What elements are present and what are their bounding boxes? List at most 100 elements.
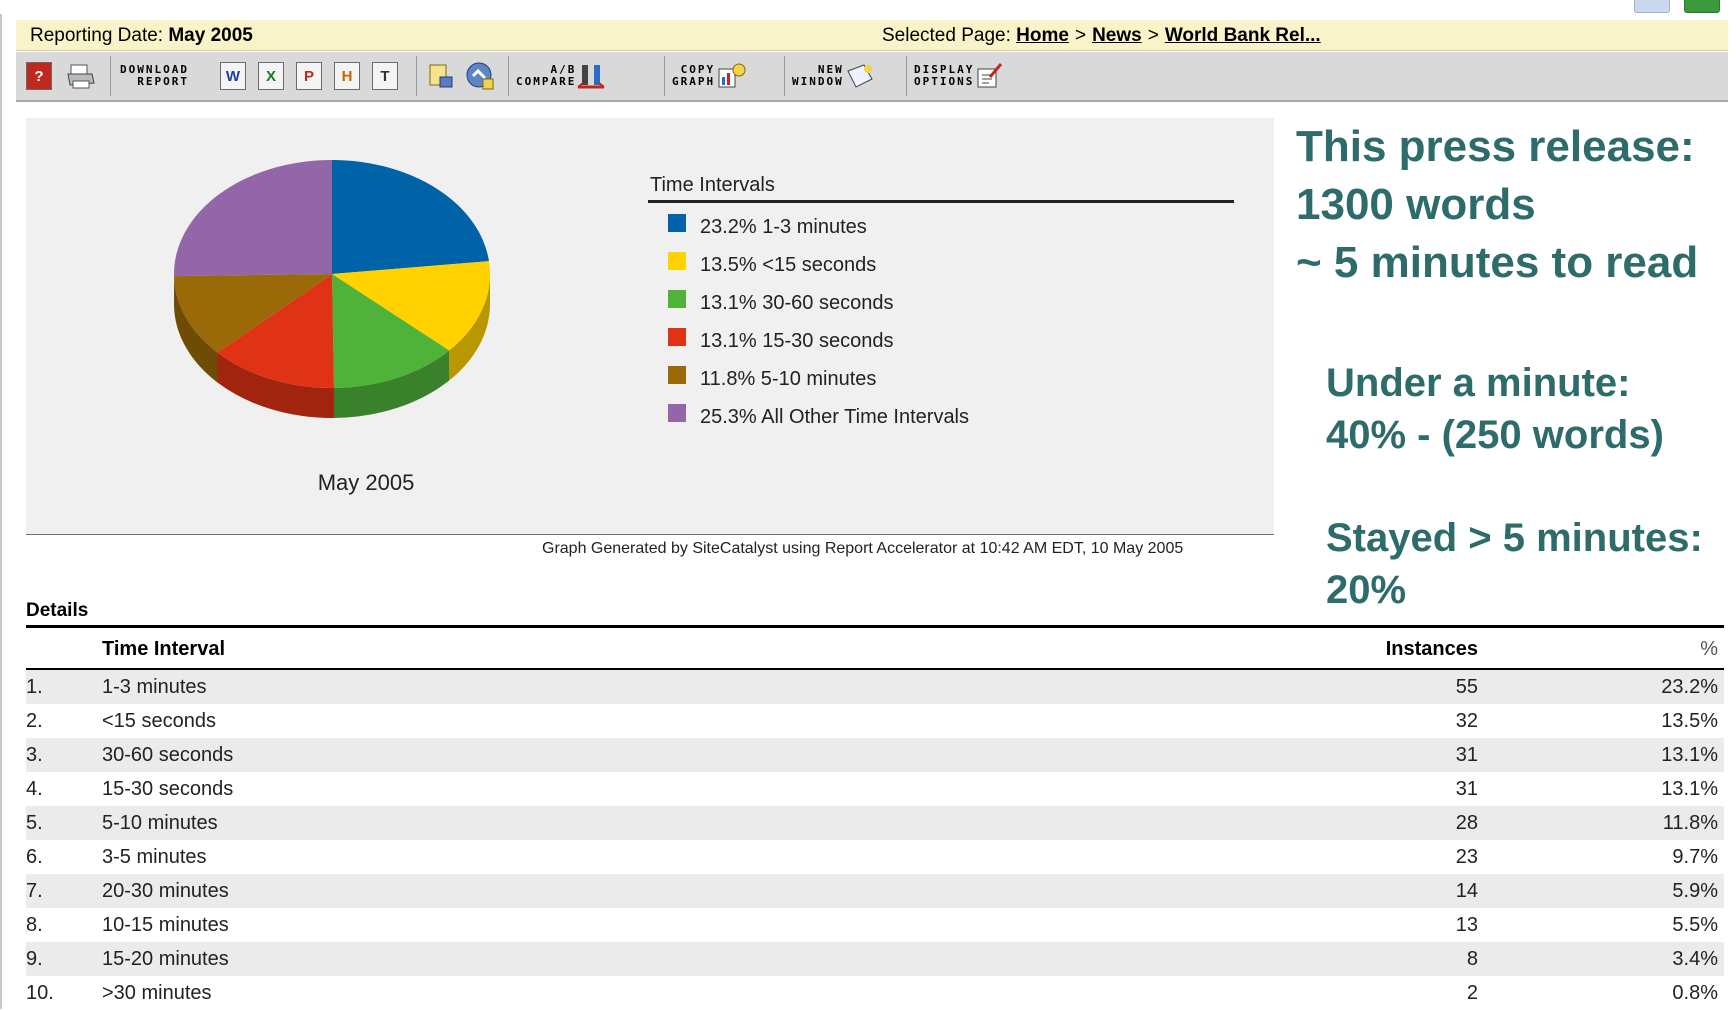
table-row[interactable]: 2.<15 seconds3213.5% <box>26 704 1724 738</box>
row-percent: 5.5% <box>1672 914 1718 937</box>
reporting-date-value: May 2005 <box>168 25 253 46</box>
annotation-line: Under a minute: <box>1326 357 1664 409</box>
copy-graph-button[interactable]: COPY GRAPH <box>672 60 747 92</box>
legend-item: 23.2% 1-3 minutes <box>668 216 867 238</box>
pie-slice <box>174 160 332 276</box>
table-row[interactable]: 10.>30 minutes20.8% <box>26 976 1724 1010</box>
table-row[interactable]: 7.20-30 minutes145.9% <box>26 874 1724 908</box>
breadcrumb-news[interactable]: News <box>1092 25 1142 46</box>
reporting-date: Reporting Date: May 2005 <box>30 25 253 47</box>
row-number: 1. <box>26 676 43 699</box>
legend-label: 25.3% All Other Time Intervals <box>700 406 969 429</box>
column-header-instances[interactable]: Instances <box>1386 638 1478 661</box>
download-html-button[interactable]: H <box>334 60 360 92</box>
legend-swatch <box>668 214 686 232</box>
new-window-label: NEW WINDOW <box>792 64 844 88</box>
info-bar: Reporting Date: May 2005 Selected Page: … <box>16 20 1728 51</box>
row-number: 5. <box>26 812 43 835</box>
window-button[interactable] <box>1634 0 1670 13</box>
annotation-line: ~ 5 minutes to read <box>1296 234 1698 292</box>
column-header-percent[interactable]: % <box>1700 638 1718 661</box>
breadcrumb-separator: > <box>1075 25 1086 46</box>
table-row[interactable]: 3.30-60 seconds3113.1% <box>26 738 1724 772</box>
row-interval: 20-30 minutes <box>102 880 229 903</box>
legend-swatch <box>668 252 686 270</box>
annotation-line: 20% <box>1326 564 1703 616</box>
bookmark-icon <box>426 61 456 91</box>
row-percent: 0.8% <box>1672 982 1718 1005</box>
row-instances: 55 <box>1456 676 1478 699</box>
help-icon: ? <box>26 62 52 90</box>
row-interval: 10-15 minutes <box>102 914 229 937</box>
selected-page: Selected Page: Home>News>World Bank Rel.… <box>882 25 1321 47</box>
row-number: 8. <box>26 914 43 937</box>
compare-label: A/B COMPARE <box>516 64 576 88</box>
excel-icon: X <box>258 62 284 90</box>
browser-top-strip <box>0 0 1736 14</box>
bookmark-button[interactable] <box>426 60 456 92</box>
legend-swatch <box>668 366 686 384</box>
download-report-text: DOWNLOAD REPORT <box>120 64 189 88</box>
table-row[interactable]: 6.3-5 minutes239.7% <box>26 840 1724 874</box>
row-percent: 23.2% <box>1661 676 1718 699</box>
legend-label: 13.5% <15 seconds <box>700 254 876 277</box>
display-options-label: DISPLAY OPTIONS <box>914 64 974 88</box>
table-row[interactable]: 1.1-3 minutes5523.2% <box>26 670 1724 704</box>
breadcrumb-home[interactable]: Home <box>1016 25 1069 46</box>
row-instances: 8 <box>1467 948 1478 971</box>
display-options-button[interactable]: DISPLAY OPTIONS <box>914 60 1004 92</box>
row-instances: 14 <box>1456 880 1478 903</box>
annotation-line: 1300 words <box>1296 176 1698 234</box>
row-number: 6. <box>26 846 43 869</box>
row-percent: 13.5% <box>1661 710 1718 733</box>
go-button[interactable] <box>1684 0 1720 13</box>
row-percent: 5.9% <box>1672 880 1718 903</box>
table-row[interactable]: 9.15-20 minutes83.4% <box>26 942 1724 976</box>
address-fragment <box>2 0 11 9</box>
new-window-icon <box>844 61 876 91</box>
copy-graph-icon <box>715 61 747 91</box>
row-interval: 30-60 seconds <box>102 744 233 767</box>
download-pdf-button[interactable]: P <box>296 60 322 92</box>
table-row[interactable]: 8. 10-15 minutes 13 5.5% <box>26 908 1724 942</box>
legend-item: 13.5% <15 seconds <box>668 254 876 276</box>
column-header-interval[interactable]: Time Interval <box>102 638 225 661</box>
details-divider <box>26 625 1724 628</box>
word-icon: W <box>220 62 246 90</box>
new-window-button[interactable]: NEW WINDOW <box>792 60 876 92</box>
toolbar-separator <box>784 56 785 96</box>
text-icon: T <box>372 62 398 90</box>
legend-swatch <box>668 404 686 422</box>
row-instances: 13 <box>1456 914 1478 937</box>
row-interval: >30 minutes <box>102 982 212 1005</box>
toolbar-separator <box>110 56 111 96</box>
row-number: 9. <box>26 948 43 971</box>
toolbar-separator <box>416 56 417 96</box>
row-percent: 13.1% <box>1661 778 1718 801</box>
table-row[interactable]: 4.15-30 seconds3113.1% <box>26 772 1724 806</box>
pie-slice <box>332 160 489 274</box>
annotation-under-minute: Under a minute: 40% - (250 words) <box>1326 357 1664 461</box>
print-button[interactable] <box>66 60 96 92</box>
download-text-button[interactable]: T <box>372 60 398 92</box>
legend-label: 23.2% 1-3 minutes <box>700 216 867 239</box>
row-percent: 9.7% <box>1672 846 1718 869</box>
help-button[interactable]: ? <box>26 60 52 92</box>
download-excel-button[interactable]: X <box>258 60 284 92</box>
ab-compare-button[interactable]: A/B COMPARE <box>516 60 606 92</box>
copy-graph-label: COPY GRAPH <box>672 64 715 88</box>
chart-panel: May 2005 Time Intervals 23.2% 1-3 minute… <box>26 118 1274 535</box>
legend-label: 13.1% 30-60 seconds <box>700 292 893 315</box>
row-instances: 23 <box>1456 846 1478 869</box>
pie-chart <box>156 148 536 468</box>
reporting-date-label: Reporting Date: <box>30 25 168 46</box>
refresh-button[interactable] <box>464 60 496 92</box>
breadcrumb-page[interactable]: World Bank Rel... <box>1165 25 1321 46</box>
table-row[interactable]: 5.5-10 minutes2811.8% <box>26 806 1724 840</box>
legend-item: 13.1% 15-30 seconds <box>668 330 893 352</box>
legend-label: 13.1% 15-30 seconds <box>700 330 893 353</box>
row-instances: 31 <box>1456 744 1478 767</box>
download-word-button[interactable]: W <box>220 60 246 92</box>
details-table: 1.1-3 minutes5523.2%2.<15 seconds3213.5%… <box>26 670 1724 1010</box>
row-instances: 2 <box>1467 982 1478 1005</box>
